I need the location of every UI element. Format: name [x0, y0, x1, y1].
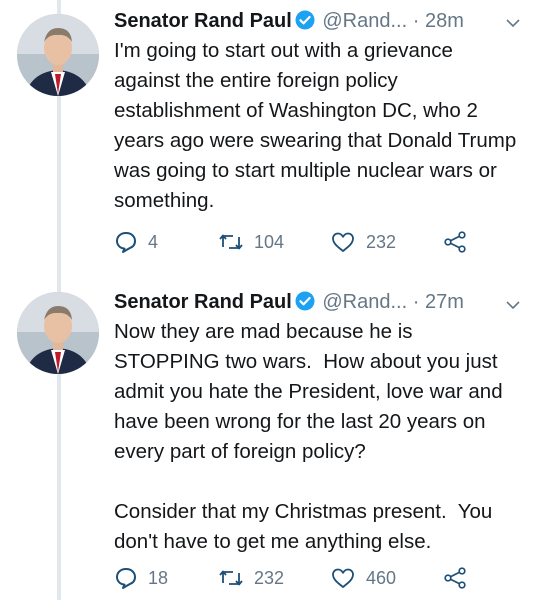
- reply-count: 18: [148, 567, 169, 588]
- retweet-button[interactable]: 232: [218, 565, 284, 591]
- retweet-icon: [218, 230, 244, 254]
- tweet-timestamp[interactable]: · 28m: [413, 10, 464, 32]
- tweet[interactable]: Senator Rand Paul @Rand... · 28m I'm goi…: [0, 0, 535, 276]
- author-name[interactable]: Senator Rand Paul: [114, 291, 292, 313]
- like-icon: [330, 230, 356, 254]
- caret-down-icon[interactable]: [505, 16, 521, 28]
- avatar[interactable]: [17, 14, 99, 96]
- like-button[interactable]: 460: [330, 565, 396, 591]
- reply-button[interactable]: 4: [114, 229, 158, 255]
- reply-count: 4: [148, 231, 159, 252]
- like-icon: [330, 566, 356, 590]
- verified-icon: [295, 9, 315, 30]
- share-button[interactable]: [443, 565, 467, 591]
- like-button[interactable]: 232: [330, 229, 396, 255]
- retweet-button[interactable]: 104: [218, 229, 284, 255]
- retweet-count: 104: [254, 231, 285, 252]
- retweet-icon: [218, 566, 244, 590]
- verified-icon: [295, 290, 315, 311]
- reply-button[interactable]: 18: [114, 565, 168, 591]
- tweet-actions: 18 232 460: [114, 565, 514, 591]
- tweet-text: I'm going to start out with a grievance …: [114, 39, 522, 212]
- tweet-header: Senator Rand Paul @Rand... · 27m: [114, 287, 464, 317]
- tweet-text: Now they are mad because he is STOPPING …: [114, 320, 503, 553]
- author-handle[interactable]: @Rand...: [322, 10, 407, 32]
- avatar[interactable]: [17, 292, 99, 374]
- tweet[interactable]: Senator Rand Paul @Rand... · 27m Now the…: [0, 276, 535, 600]
- share-button[interactable]: [443, 229, 467, 255]
- like-count: 232: [366, 231, 397, 252]
- share-icon: [443, 566, 467, 590]
- tweet-header: Senator Rand Paul @Rand... · 28m: [114, 6, 464, 36]
- caret-down-icon[interactable]: [505, 298, 521, 310]
- retweet-count: 232: [254, 567, 285, 588]
- reply-icon: [114, 230, 138, 254]
- tweet-actions: 4 104 232: [114, 229, 514, 255]
- like-count: 460: [366, 567, 397, 588]
- tweet-timestamp[interactable]: · 27m: [413, 291, 464, 313]
- reply-icon: [114, 566, 138, 590]
- author-handle[interactable]: @Rand...: [322, 291, 407, 313]
- author-name[interactable]: Senator Rand Paul: [114, 10, 292, 32]
- share-icon: [443, 230, 467, 254]
